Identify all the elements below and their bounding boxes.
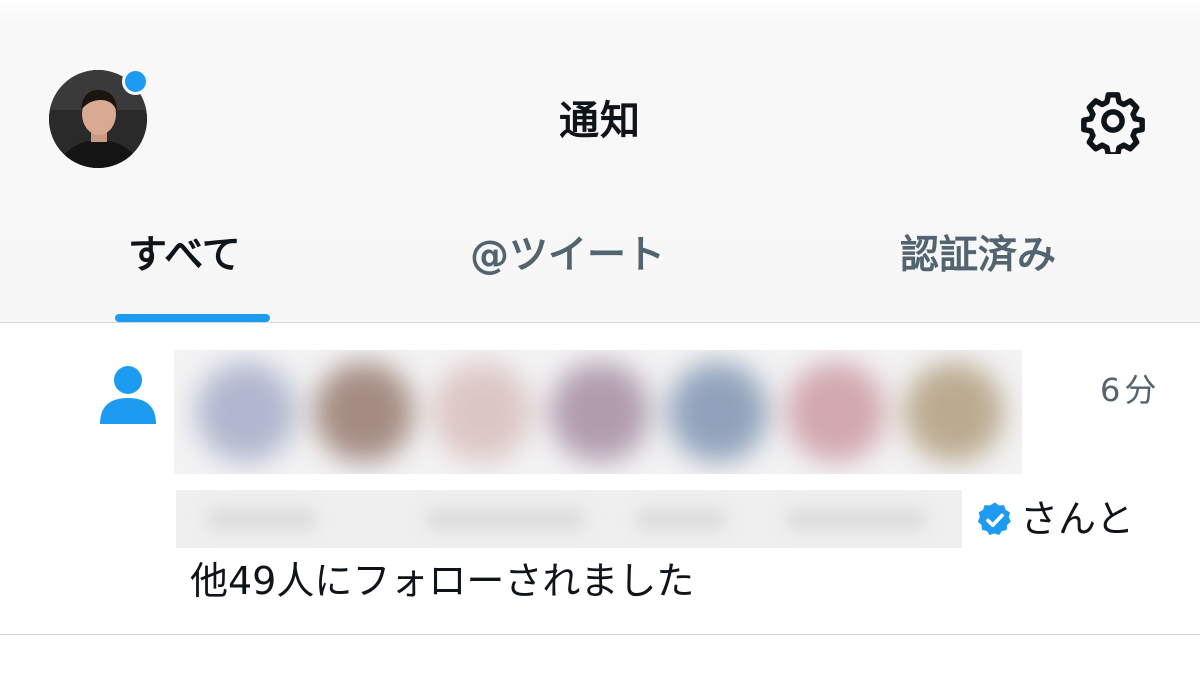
follower-avatar[interactable]: [314, 362, 414, 462]
tab-verified[interactable]: 認証済み: [900, 230, 1056, 282]
divider: [0, 322, 1200, 323]
follower-avatar[interactable]: [196, 362, 296, 462]
follower-avatar[interactable]: [550, 362, 650, 462]
tab-all[interactable]: すべて: [128, 230, 241, 282]
verified-badge-icon: [975, 500, 1015, 540]
unread-indicator-dot: [122, 68, 149, 95]
follower-avatar[interactable]: [432, 362, 532, 462]
person-icon: [100, 364, 156, 424]
follower-avatars[interactable]: [174, 350, 1022, 474]
tab-mentions[interactable]: @ツイート: [470, 230, 665, 282]
gear-icon[interactable]: [1080, 88, 1146, 158]
follower-name[interactable]: [176, 490, 962, 548]
follower-avatar[interactable]: [786, 362, 886, 462]
name-suffix: さんと: [1020, 497, 1135, 541]
notification-message: 他49人にフォローされました: [190, 559, 695, 603]
page-title: 通知: [559, 98, 641, 144]
follower-avatar[interactable]: [668, 362, 768, 462]
divider: [0, 634, 1200, 635]
timestamp: 6分: [1100, 371, 1161, 409]
follower-avatar[interactable]: [904, 362, 1004, 462]
active-tab-indicator: [115, 314, 270, 322]
